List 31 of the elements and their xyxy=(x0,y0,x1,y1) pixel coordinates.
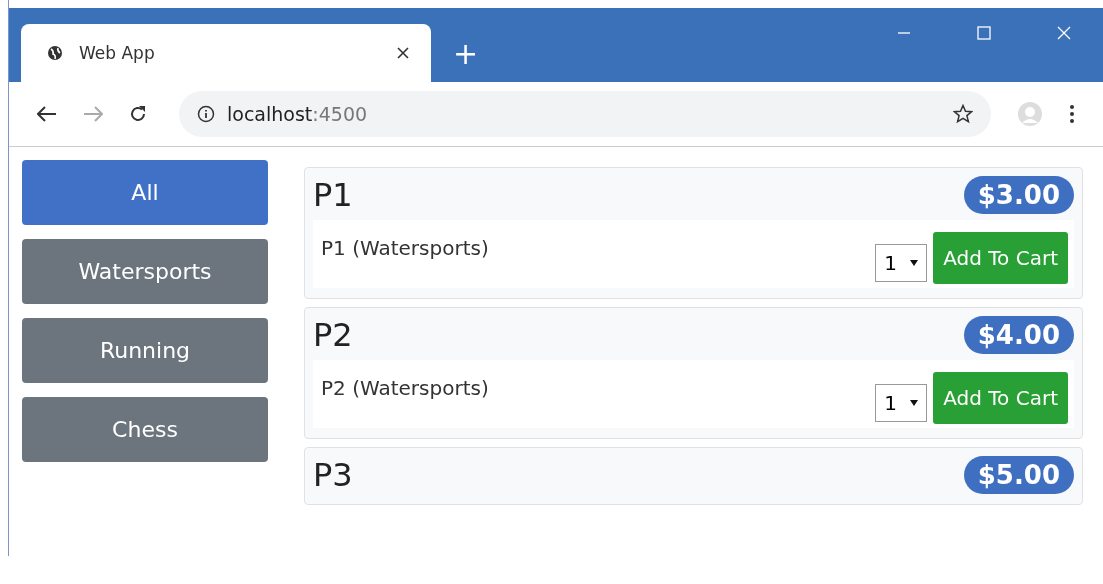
dropdown-caret-icon xyxy=(910,400,919,406)
product-name: P1 xyxy=(313,176,353,214)
product-description: P1 (Watersports) xyxy=(321,236,490,260)
quantity-select[interactable]: 1 xyxy=(875,384,928,422)
address-bar[interactable]: localhost:4500 xyxy=(179,91,991,137)
url-text: localhost:4500 xyxy=(227,103,369,125)
maximize-icon[interactable] xyxy=(977,26,991,40)
add-to-cart-button[interactable]: Add To Cart xyxy=(933,372,1068,424)
info-icon xyxy=(197,105,215,123)
reload-icon[interactable] xyxy=(129,105,147,123)
close-icon[interactable] xyxy=(397,47,409,59)
price-badge: $3.00 xyxy=(963,176,1074,214)
category-button[interactable]: Watersports xyxy=(22,239,268,304)
product-description: P2 (Watersports) xyxy=(321,376,490,400)
category-button[interactable]: All xyxy=(22,160,268,225)
browser-tab[interactable]: Web App xyxy=(21,24,431,82)
category-button[interactable]: Running xyxy=(22,318,268,383)
product-name: P3 xyxy=(313,456,353,494)
menu-icon[interactable] xyxy=(1069,104,1075,124)
star-icon[interactable] xyxy=(953,104,973,124)
category-button[interactable]: Chess xyxy=(22,397,268,462)
product-name: P2 xyxy=(313,316,353,354)
tab-title: Web App xyxy=(79,43,156,63)
dropdown-caret-icon xyxy=(910,260,919,266)
quantity-select[interactable]: 1 xyxy=(875,244,928,282)
globe-icon xyxy=(47,45,63,61)
price-badge: $5.00 xyxy=(963,456,1074,494)
price-badge: $4.00 xyxy=(963,316,1074,354)
back-arrow-icon[interactable] xyxy=(37,106,57,122)
add-to-cart-button[interactable]: Add To Cart xyxy=(933,232,1068,284)
new-tab-button[interactable]: + xyxy=(431,24,501,82)
